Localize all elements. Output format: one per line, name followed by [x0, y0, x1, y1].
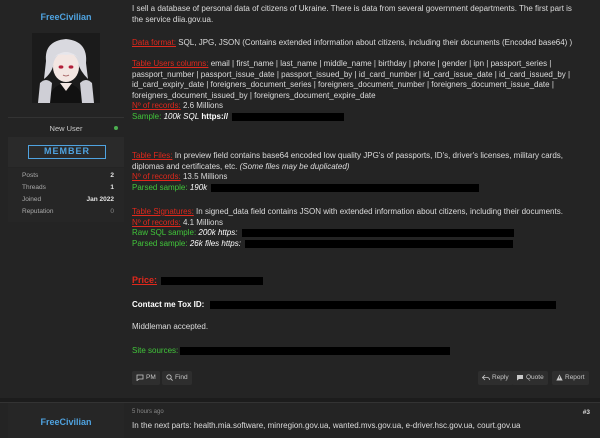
files-text: In preview field contains base64 encoded…	[172, 151, 563, 160]
username-link[interactable]: FreeCivilian	[8, 12, 124, 22]
reply-icon	[481, 374, 490, 381]
data-format-text: SQL, JPG, JSON (Contains extended inform…	[176, 38, 573, 47]
files-sample-value: 190k	[187, 182, 208, 192]
user-sidebar: FreeCivilian	[8, 403, 124, 438]
price-line: Price:	[132, 275, 592, 286]
stat-label: Reputation	[22, 208, 54, 215]
signatures-records-label: Nº of records:	[132, 217, 181, 227]
stat-label: Threads	[22, 184, 46, 191]
users-columns-text: id_card_expiry_date | foreigners_documen…	[132, 80, 554, 90]
post: FreeCivilian 5 hours ago #3 In the next …	[0, 402, 600, 438]
post-text: In the next parts: health.mia.software, …	[132, 421, 521, 430]
pm-button[interactable]: PM	[132, 371, 160, 385]
stat-value: 0	[110, 208, 114, 215]
redacted-contact	[210, 300, 557, 309]
avatar-image	[32, 33, 100, 103]
pm-label: PM	[146, 374, 156, 381]
raw-sample-label: Raw SQL sample:	[132, 228, 197, 238]
stat-posts: Posts 2	[22, 172, 114, 179]
users-records-value: 2.6 Millions	[180, 101, 223, 111]
stat-value: Jan 2022	[86, 196, 114, 203]
stat-threads: Threads 1	[22, 184, 114, 191]
quote-label: Quote	[526, 374, 544, 381]
users-sample-label: Sample:	[132, 111, 162, 121]
signatures-text: In signed_data field contains JSON with …	[193, 207, 563, 216]
files-label: Table Files:	[132, 151, 173, 160]
users-columns-text: passport_number | passport_issue_date | …	[132, 69, 571, 79]
chat-icon	[136, 374, 144, 382]
data-format-label: Data format:	[132, 38, 177, 47]
stat-reputation: Reputation 0	[22, 208, 114, 215]
user-stats: Posts 2 Threads 1 Joined Jan 2022 Reputa…	[8, 168, 124, 222]
parsed-sample-value: 26k files https:	[187, 238, 241, 248]
user-group-badge: MEMBER	[28, 145, 106, 159]
quote-icon	[517, 374, 523, 381]
signatures-label: Table Signatures:	[132, 207, 194, 216]
stat-value: 2	[110, 172, 114, 179]
reply-button[interactable]: Reply	[478, 371, 513, 385]
users-records-label: Nº of records:	[132, 101, 181, 111]
redacted-link	[241, 229, 514, 238]
redacted-link	[211, 183, 480, 192]
user-sidebar: FreeCivilian New User MEMBER Posts 2 Thr…	[8, 0, 124, 398]
redacted-price	[161, 276, 264, 285]
user-title: New User	[49, 124, 83, 133]
warning-icon	[556, 374, 563, 381]
find-label: Find	[175, 374, 188, 381]
reply-label: Reply	[492, 374, 509, 381]
search-icon	[166, 374, 173, 381]
find-button[interactable]: Find	[162, 371, 192, 385]
users-sample-value: 100k SQL	[161, 111, 200, 121]
redacted-sources	[180, 346, 451, 355]
files-block: Table Files: In preview field contains b…	[132, 151, 592, 193]
report-label: Report	[565, 374, 585, 381]
users-sample-link[interactable]: https://	[199, 112, 228, 121]
files-note: (Some files may be duplicated)	[237, 161, 350, 171]
online-status-icon	[114, 126, 118, 130]
username-link[interactable]: FreeCivilian	[8, 417, 124, 427]
files-records-label: Nº of records:	[132, 172, 181, 182]
sources-line: Site sources:	[132, 346, 592, 357]
redacted-link	[244, 239, 513, 248]
post-timestamp[interactable]: 5 hours ago	[132, 409, 164, 415]
contact-line: Contact me Tox ID:	[132, 300, 592, 311]
avatar[interactable]	[32, 33, 100, 103]
price-label: Price:	[132, 275, 158, 285]
user-title-row: New User	[8, 117, 124, 137]
stat-joined: Joined Jan 2022	[22, 196, 114, 203]
raw-sample-value: 200k https:	[196, 228, 238, 238]
middleman-line: Middleman accepted.	[132, 322, 209, 331]
signatures-records-value: 4.1 Millions	[180, 217, 223, 227]
post-number[interactable]: #3	[583, 409, 590, 416]
users-columns-label: Table Users columns:	[132, 59, 209, 68]
post-actions: PM Find Reply Quote Report	[132, 371, 592, 385]
files-sample-label: Parsed sample:	[132, 182, 188, 192]
post: FreeCivilian New User MEMBER Posts 2 Thr…	[0, 0, 600, 398]
intro-line: the service diia.gov.ua.	[132, 14, 214, 24]
intro-paragraph: I sell a database of personal data of ci…	[132, 4, 592, 25]
contact-label: Contact me Tox ID:	[132, 300, 205, 309]
users-columns-text: foreigners_document_issued_by | foreigne…	[132, 90, 376, 100]
intro-line: I sell a database of personal data of ci…	[132, 4, 572, 13]
stat-label: Joined	[22, 196, 42, 203]
report-button[interactable]: Report	[552, 371, 589, 385]
parsed-sample-label: Parsed sample:	[132, 238, 188, 248]
files-records-value: 13.5 Millions	[180, 172, 228, 182]
sources-label: Site sources:	[132, 346, 179, 355]
users-columns-block: Table Users columns: email | first_name …	[132, 59, 592, 123]
stat-value: 1	[110, 184, 114, 191]
quote-button[interactable]: Quote	[512, 371, 548, 385]
redacted-link	[232, 112, 345, 121]
badge-area: MEMBER	[8, 137, 124, 167]
data-format-line: Data format: SQL, JPG, JSON (Contains ex…	[132, 38, 592, 49]
users-columns-text: email | first_name | last_name | middle_…	[208, 59, 552, 68]
files-text: diplomas and certificates, etc.	[132, 161, 238, 171]
signatures-block: Table Signatures: In signed_data field c…	[132, 207, 592, 249]
stat-label: Posts	[22, 172, 39, 179]
